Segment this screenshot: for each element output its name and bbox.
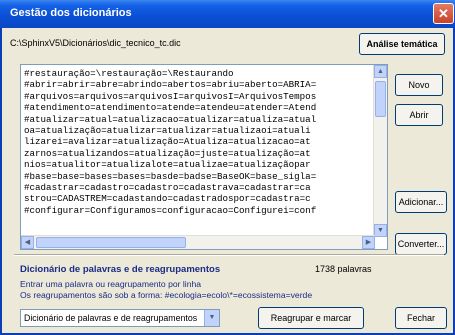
close-button[interactable]: ✕ xyxy=(433,3,454,24)
editor-line[interactable]: #abrir=abrir=abre=abrindo=abertos=abriu=… xyxy=(24,79,373,90)
dictionary-manager-window: Gestão dos dicionários ✕ C:\SphinxV5\Dic… xyxy=(0,0,455,335)
close-dialog-button[interactable]: Fechar xyxy=(395,307,447,329)
title-bar[interactable]: Gestão dos dicionários ✕ xyxy=(0,0,455,28)
horizontal-scrollbar[interactable]: ◀ ▶ xyxy=(21,235,375,249)
editor-line[interactable]: lizarei=avalizar=atualização=Atualiza=at… xyxy=(24,136,373,147)
scroll-down-icon[interactable]: ▼ xyxy=(374,224,387,237)
editor-line[interactable]: #atualizar=atual=atualizacao=atualizar=a… xyxy=(24,114,373,125)
window-title: Gestão dos dicionários xyxy=(10,7,132,19)
editor-line[interactable]: #configurar=Configuramos=configuracao=Co… xyxy=(24,205,373,216)
dictionary-type-title: Dicionário de palavras e de reagrupament… xyxy=(20,264,221,275)
editor-line[interactable]: #cadastrar=cadastro=cadastro=cadastrava=… xyxy=(24,182,373,193)
editor-line[interactable]: #atendimento=atendimento=atende=atendeu=… xyxy=(24,102,373,113)
divider xyxy=(14,254,444,256)
horizontal-scroll-thumb[interactable] xyxy=(36,237,186,248)
vertical-scrollbar[interactable]: ▲ ▼ xyxy=(373,65,387,237)
editor-line[interactable]: #base=base=bases=bases=basde=badse=BaseO… xyxy=(24,171,373,182)
instruction-line-2: Os reagrupamentos são sob a forma: #ecol… xyxy=(20,290,313,300)
dictionary-file-path: C:\SphinxV5\Dicionários\dic_tecnico_tc.d… xyxy=(10,38,181,48)
editor-line[interactable]: #arquivos=arquivos=arquivosI=arquivosI=A… xyxy=(24,91,373,102)
editor-text[interactable]: #restauração=\restauração=\Restaurando #a… xyxy=(24,68,373,216)
dictionary-editor[interactable]: #restauração=\restauração=\Restaurando #a… xyxy=(20,64,388,250)
new-button[interactable]: Novo xyxy=(395,74,443,96)
dictionary-type-select-value: Dicionário de palavras e de reagrupament… xyxy=(24,313,198,323)
editor-line[interactable]: strou=CADASTREM=cadastando=cadastradospo… xyxy=(24,193,373,204)
chevron-down-icon[interactable]: ▼ xyxy=(204,310,219,326)
scroll-up-icon[interactable]: ▲ xyxy=(374,65,387,78)
thematic-analysis-button[interactable]: Análise temática xyxy=(359,33,445,55)
scroll-left-icon[interactable]: ◀ xyxy=(21,236,34,249)
open-button[interactable]: Abrir xyxy=(395,104,443,126)
convert-button[interactable]: Converter... xyxy=(395,233,447,255)
editor-line[interactable]: oa=atualização=atualizar=atualizar=atual… xyxy=(24,125,373,136)
regroup-and-mark-button[interactable]: Reagrupar e marcar xyxy=(258,307,364,329)
vertical-scroll-thumb[interactable] xyxy=(375,81,386,117)
close-icon: ✕ xyxy=(438,6,449,21)
scroll-right-icon[interactable]: ▶ xyxy=(362,236,375,249)
word-count: 1738 palavras xyxy=(315,264,372,274)
add-button[interactable]: Adicionar... xyxy=(395,191,447,213)
editor-line[interactable]: zarnos=atualizandos=atualização=juste=at… xyxy=(24,148,373,159)
dictionary-type-select[interactable]: Dicionário de palavras e de reagrupament… xyxy=(20,309,220,327)
instruction-line-1: Entrar uma palavra ou reagrupamento por … xyxy=(20,279,202,289)
editor-line[interactable]: #restauração=\restauração=\Restaurando xyxy=(24,68,373,79)
editor-line[interactable]: nios=atualitor=atualizalote=atualizae=at… xyxy=(24,159,373,170)
